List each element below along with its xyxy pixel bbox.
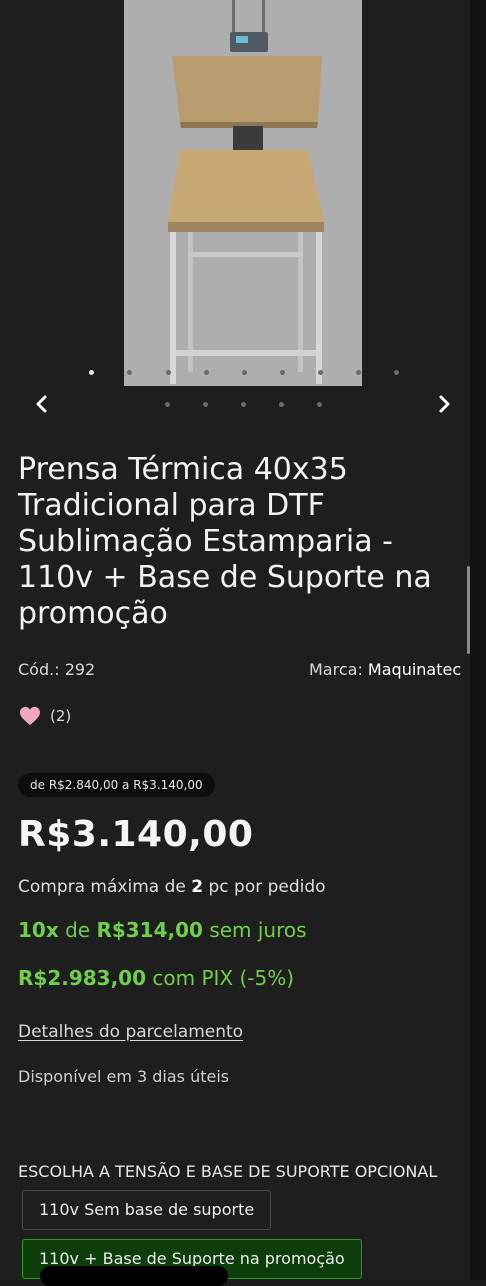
floating-bar[interactable]: [40, 1266, 228, 1286]
installments-text: 10x de R$314,00 sem juros: [18, 918, 307, 942]
brand-value[interactable]: Maquinatec: [368, 660, 461, 679]
heart-icon: [20, 706, 40, 726]
max-purchase-suffix: pc por pedido: [208, 877, 326, 897]
option-110v-no-base[interactable]: 110v Sem base de suporte: [22, 1190, 272, 1230]
product-brand: Marca: Maquinatec: [309, 660, 461, 679]
image-dot[interactable]: [127, 370, 132, 375]
image-dot[interactable]: [89, 370, 94, 375]
image-dot[interactable]: [356, 370, 361, 375]
current-price: R$3.140,00: [18, 814, 254, 855]
installments-count: 10x: [18, 918, 59, 942]
installments-value: R$314,00: [96, 918, 203, 942]
product-code-value: 292: [64, 660, 96, 679]
chevron-right-icon: [439, 395, 450, 413]
favorites-count: (2): [50, 707, 72, 725]
page-edge: [470, 0, 486, 1280]
heat-press-illustration: [124, 0, 362, 386]
pix-price-text: R$2.983,00 com PIX (-5%): [18, 966, 294, 990]
pix-price: R$2.983,00: [18, 966, 147, 990]
product-title: Prensa Térmica 40x35 Tradicional para DT…: [18, 452, 432, 631]
price-range-badge: de R$2.840,00 a R$3.140,00: [18, 773, 215, 797]
carousel-dot[interactable]: [203, 402, 208, 407]
installments-suffix: sem juros: [209, 918, 307, 942]
image-dot[interactable]: [204, 370, 209, 375]
image-dot[interactable]: [166, 370, 171, 375]
options-label: ESCOLHA A TENSÃO E BASE DE SUPORTE OPCIO…: [18, 1162, 438, 1181]
next-image-button[interactable]: [432, 392, 456, 416]
max-purchase-qty: 2: [191, 877, 204, 897]
availability-text: Disponível em 3 dias úteis: [18, 1067, 230, 1086]
max-purchase-text: Compra máxima de 2 pc por pedido: [18, 877, 326, 897]
max-purchase-prefix: Compra máxima de: [18, 877, 186, 897]
scrollbar[interactable]: [467, 566, 470, 654]
brand-label: Marca:: [309, 660, 363, 679]
image-dot[interactable]: [318, 370, 323, 375]
image-dot[interactable]: [394, 370, 399, 375]
product-code: Cód.: 292: [18, 660, 95, 679]
favorite-button[interactable]: (2): [18, 706, 71, 726]
installments-de: de: [65, 918, 91, 942]
product-gallery: [0, 0, 470, 430]
product-code-label: Cód.:: [18, 660, 60, 679]
product-page: Prensa Térmica 40x35 Tradicional para DT…: [0, 0, 470, 1286]
chevron-left-icon: [36, 395, 47, 413]
pix-suffix: com PIX (-5%): [152, 966, 295, 990]
installment-details-link[interactable]: Detalhes do parcelamento: [18, 1022, 243, 1042]
carousel-dot[interactable]: [165, 402, 170, 407]
carousel-dot[interactable]: [241, 402, 246, 407]
product-image[interactable]: [124, 0, 362, 386]
carousel-dot[interactable]: [279, 402, 284, 407]
image-dot[interactable]: [242, 370, 247, 375]
image-dot[interactable]: [280, 370, 285, 375]
carousel-dot[interactable]: [317, 402, 322, 407]
prev-image-button[interactable]: [30, 392, 54, 416]
